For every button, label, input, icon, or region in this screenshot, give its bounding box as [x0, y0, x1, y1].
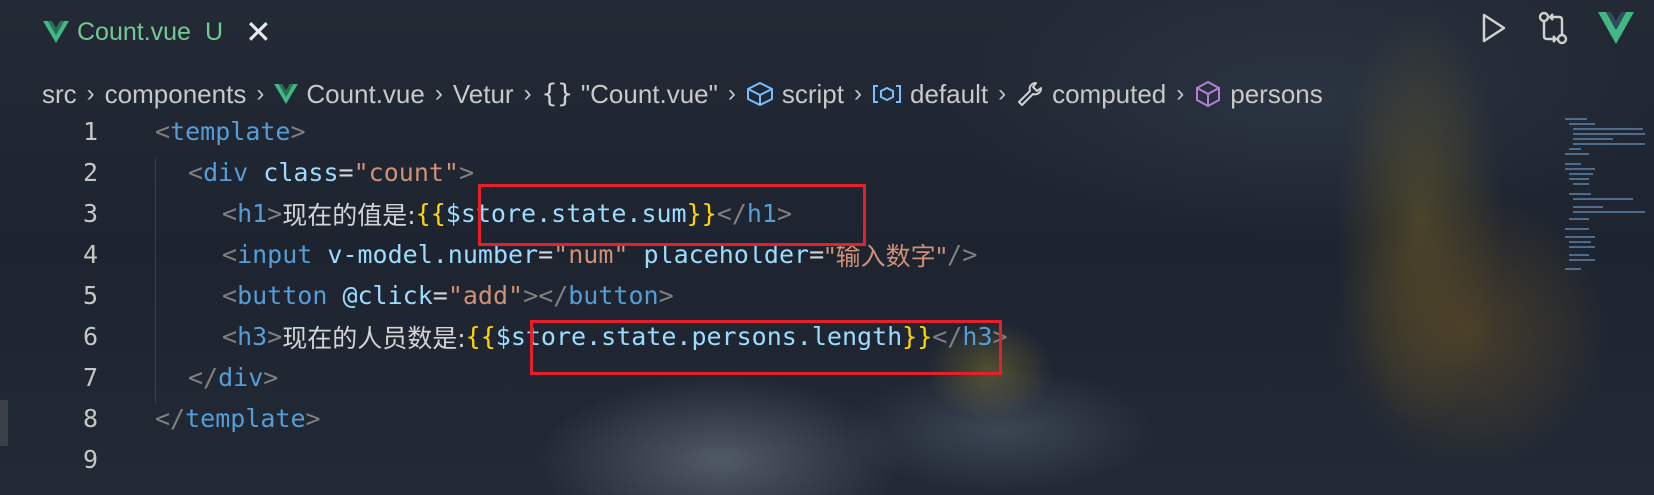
code-line: 5 < button @click = "add" > </button > [0, 275, 1500, 316]
breadcrumb-separator: › [256, 80, 265, 107]
breadcrumb-item-src[interactable]: src [42, 79, 77, 110]
line-number: 1 [82, 117, 98, 146]
git-compare-icon[interactable] [1536, 10, 1570, 46]
braces-icon: {} [541, 79, 573, 109]
line-number: 8 [82, 404, 98, 433]
variable-icon [872, 83, 902, 105]
breadcrumb-item-vetur[interactable]: Vetur [453, 79, 514, 110]
highlight-box-sum [478, 184, 866, 246]
vue-logo-icon [43, 21, 69, 43]
breadcrumb-separator: › [998, 80, 1007, 107]
breadcrumb-separator: › [434, 80, 443, 107]
scroll-indicator [0, 400, 8, 446]
vue-extension-icon[interactable] [1598, 12, 1634, 44]
line-number: 9 [82, 445, 98, 474]
vue-logo-icon [274, 84, 299, 104]
breadcrumb: src › components › Count.vue › Vetur › {… [42, 72, 1323, 116]
wrench-icon [1016, 80, 1044, 108]
tab-count-vue[interactable]: Count.vue U ✕ [10, 0, 290, 64]
minimap[interactable] [1565, 118, 1645, 278]
breadcrumb-item-persons[interactable]: persons [1194, 79, 1323, 110]
line-number: 5 [82, 281, 98, 310]
line-number: 7 [82, 363, 98, 392]
code-editor[interactable]: 1 < template > 2 < div class = "count" > 3 < h1… [0, 117, 1654, 495]
breadcrumb-item-default[interactable]: default [872, 79, 988, 110]
breadcrumb-item-module[interactable]: {} "Count.vue" [542, 79, 718, 110]
line-number: 4 [82, 240, 98, 269]
line-number: 3 [82, 199, 98, 228]
play-icon[interactable] [1478, 12, 1508, 44]
highlight-box-persons-length [530, 320, 1002, 375]
close-icon[interactable]: ✕ [245, 16, 272, 48]
code-line: 8 </template > [0, 398, 1500, 439]
code-line: 9 [0, 439, 1500, 480]
code-line: 1 < template > [0, 111, 1500, 152]
cube-icon [1194, 80, 1222, 108]
breadcrumb-item-components[interactable]: components [105, 79, 247, 110]
breadcrumb-separator: › [727, 80, 736, 107]
cube-icon [746, 81, 774, 107]
untracked-status: U [204, 17, 224, 46]
breadcrumb-item-script[interactable]: script [746, 79, 844, 110]
line-number: 2 [82, 158, 98, 187]
breadcrumb-separator: › [86, 80, 95, 107]
breadcrumb-separator: › [1176, 80, 1185, 107]
line-number: 6 [82, 322, 98, 351]
breadcrumb-separator: › [854, 80, 862, 107]
breadcrumb-item-computed[interactable]: computed [1016, 79, 1166, 110]
tab-bar: Count.vue U ✕ [0, 0, 1654, 64]
breadcrumb-separator: › [523, 80, 532, 107]
tab-title: Count.vue [77, 17, 191, 46]
breadcrumb-item-file[interactable]: Count.vue [274, 79, 425, 110]
